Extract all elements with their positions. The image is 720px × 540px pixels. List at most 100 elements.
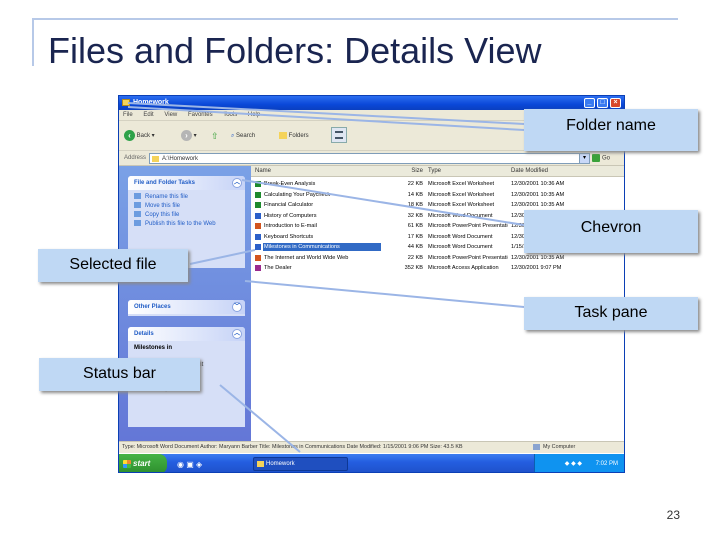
file-row[interactable]: Break-Even Analysis 22 KB Microsoft Excel …: [251, 180, 624, 188]
file-icon: [255, 181, 261, 187]
tray-icons[interactable]: ◆ ◆ ◆: [565, 461, 582, 467]
other-places-header[interactable]: Other Places ﹀: [128, 300, 245, 314]
search-icon: ⌕: [231, 133, 235, 139]
status-my-computer: My Computer: [533, 442, 575, 453]
file-type: Microsoft Word Document: [428, 244, 493, 250]
publish-web-icon: [134, 220, 141, 227]
file-type: Microsoft Excel Worksheet: [428, 191, 495, 198]
minimize-button[interactable]: _: [584, 98, 595, 108]
column-date-modified[interactable]: Date Modified: [511, 166, 548, 177]
quick-launch-icons[interactable]: ◉ ▣ ◈: [177, 460, 202, 469]
move-icon: [134, 202, 141, 209]
column-name[interactable]: Name: [255, 166, 385, 177]
file-icon: [255, 223, 261, 229]
taskbar: start ◉ ▣ ◈ Homework ◆ ◆ ◆ 7:02 PM: [119, 454, 624, 472]
callout-selected-file: Selected file: [38, 249, 188, 282]
title-decoration-line: [32, 18, 678, 20]
address-dropdown-button[interactable]: ▾: [579, 153, 590, 164]
task-move-file[interactable]: Move this file: [134, 202, 239, 211]
file-name: The Internet and World Wide Web: [264, 254, 349, 261]
menu-favorites[interactable]: Favorites: [188, 112, 213, 118]
explorer-window: Homework _ □ × File Edit View Favorites …: [118, 95, 625, 473]
task-publish-file[interactable]: Publish this file to the Web: [134, 220, 239, 229]
up-folder-icon[interactable]: ⇧: [211, 130, 219, 142]
taskbar-task-homework[interactable]: Homework: [253, 457, 348, 471]
menu-help[interactable]: Help: [248, 112, 260, 118]
slide-title: Files and Folders: Details View: [48, 30, 542, 71]
copy-icon: [134, 211, 141, 218]
chevron-up-icon[interactable]: ︿: [232, 329, 242, 339]
file-type: Microsoft Excel Worksheet: [428, 181, 495, 187]
file-type: Microsoft Excel Worksheet: [428, 202, 495, 208]
forward-button[interactable]: › ▾: [181, 130, 197, 142]
address-input[interactable]: A:\Homework: [149, 153, 584, 164]
status-bar: Type: Microsoft Word Document Author: Ma…: [119, 441, 624, 453]
folder-icon: [257, 461, 264, 467]
page-number: 23: [666, 508, 680, 522]
file-row[interactable]: Calculating Your Paycheck 14 KB Microsoft …: [251, 191, 624, 199]
column-size[interactable]: Size: [393, 166, 423, 177]
task-rename-file[interactable]: Rename this file: [134, 193, 239, 202]
file-date: 12/30/2001 10:35 AM: [511, 202, 565, 208]
callout-status-bar: Status bar: [39, 358, 200, 391]
task-copy-file[interactable]: Copy this file: [134, 211, 239, 220]
file-folder-tasks-header[interactable]: File and Folder Tasks ︿: [128, 176, 245, 190]
file-size: 44 KB: [407, 244, 423, 250]
file-size: 17 KB: [407, 233, 423, 240]
file-date: 12/30/2001 9:07 PM: [511, 265, 562, 271]
window-title: Homework: [133, 99, 169, 106]
address-label: Address: [124, 155, 147, 161]
search-button[interactable]: ⌕ Search: [231, 130, 255, 142]
file-icon: [255, 244, 261, 250]
forward-arrow-icon: ›: [181, 130, 192, 141]
file-icon: [255, 254, 261, 261]
views-button[interactable]: [331, 127, 347, 143]
file-type: Microsoft PowerPoint Presentation: [428, 254, 508, 261]
file-size: 22 KB: [407, 254, 423, 261]
chevron-down-icon[interactable]: ﹀: [232, 302, 242, 312]
file-type: Microsoft Word Document: [428, 212, 493, 219]
file-size: 18 KB: [407, 202, 423, 208]
folders-button[interactable]: Folders: [279, 130, 309, 142]
file-name: Introduction to E-mail: [264, 223, 317, 229]
status-text: Type: Microsoft Word Document Author: Ma…: [122, 444, 463, 450]
address-bar: Address A:\Homework ▾ Go: [119, 151, 624, 166]
go-arrow-icon: [592, 154, 600, 162]
column-type[interactable]: Type: [428, 166, 441, 177]
file-name: Milestones in Communications: [263, 243, 381, 251]
menu-tools[interactable]: Tools: [223, 112, 237, 118]
slide: Files and Folders: Details View Homework…: [0, 0, 720, 540]
file-row[interactable]: The Dealer 352 KB Microsoft Access Applica…: [251, 264, 624, 272]
menu-file[interactable]: File: [123, 112, 133, 118]
menu-edit[interactable]: Edit: [143, 112, 153, 118]
title-bar[interactable]: Homework _ □ ×: [119, 96, 624, 110]
menu-view[interactable]: View: [164, 112, 177, 118]
column-header-row: Name Size Type Date Modified: [251, 166, 624, 177]
rename-icon: [134, 193, 141, 200]
file-name: The Dealer: [264, 265, 292, 271]
back-button[interactable]: ‹ Back ▾: [124, 130, 155, 142]
maximize-button[interactable]: □: [597, 98, 608, 108]
system-tray: ◆ ◆ ◆ 7:02 PM: [534, 454, 624, 472]
file-date: 12/30/2001 10:35 AM: [511, 254, 565, 261]
details-header[interactable]: Details ︿: [128, 327, 245, 341]
file-size: 61 KB: [407, 223, 423, 229]
start-button[interactable]: start: [119, 454, 167, 472]
file-row[interactable]: The Internet and World Wide Web 22 KB Micr…: [251, 254, 624, 262]
views-icon: [335, 131, 343, 139]
file-type: Microsoft Access Application: [428, 265, 499, 271]
file-icon: [255, 265, 261, 271]
file-type: Microsoft Word Document: [428, 233, 493, 240]
back-arrow-icon: ‹: [124, 130, 135, 141]
close-button[interactable]: ×: [610, 98, 621, 108]
file-icon: [255, 233, 261, 240]
file-name: Keyboard Shortcuts: [264, 233, 314, 240]
callout-folder-name: Folder name: [524, 109, 698, 151]
file-row[interactable]: Financial Calculator 18 KB Microsoft Excel…: [251, 201, 624, 209]
file-icon: [255, 202, 261, 208]
go-button[interactable]: Go: [592, 154, 610, 162]
file-date: 12/30/2001 10:35 AM: [511, 191, 565, 198]
details-file-name: Milestones in: [134, 345, 173, 351]
chevron-up-icon[interactable]: ︿: [232, 178, 242, 188]
file-name: Break-Even Analysis: [264, 181, 316, 187]
